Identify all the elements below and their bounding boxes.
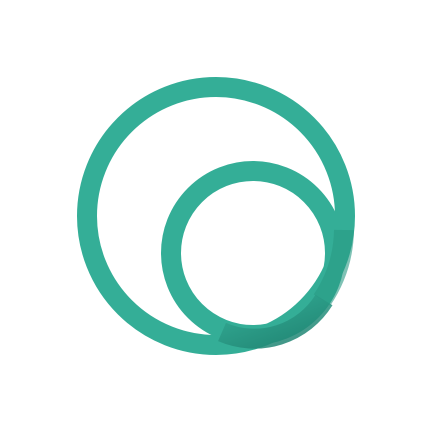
ring-merge-shadow: [218, 294, 333, 349]
ring-logo-icon: [77, 77, 355, 355]
logo-canvas: [0, 0, 434, 434]
